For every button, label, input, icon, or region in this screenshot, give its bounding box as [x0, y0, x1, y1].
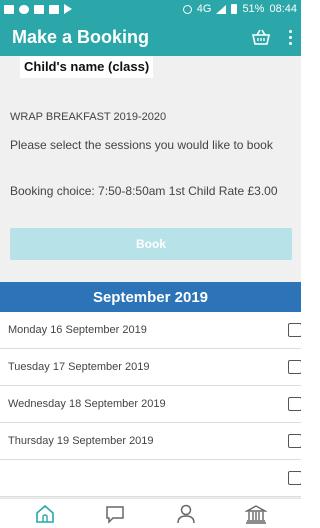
mail-icon — [49, 4, 59, 14]
notification-icon — [4, 4, 14, 14]
club-name: WRAP BREAKFAST 2019-2020 — [10, 111, 167, 123]
session-row-partial[interactable] — [0, 460, 301, 497]
bank-icon[interactable] — [241, 501, 271, 527]
session-checkbox[interactable] — [288, 323, 301, 337]
child-name: Child's name (class) — [20, 56, 154, 78]
page-title: Make a Booking — [12, 26, 150, 47]
more-vert-icon[interactable] — [283, 25, 297, 49]
signal-icon — [216, 4, 227, 14]
session-row[interactable]: Thursday 19 September 2019 — [0, 423, 301, 460]
instruction-text: Please select the sessions you would lik… — [10, 138, 273, 152]
book-button[interactable]: Book — [10, 228, 292, 260]
clock: 08:44 — [269, 3, 297, 15]
profile-icon[interactable] — [171, 501, 201, 527]
battery-icon — [231, 4, 238, 14]
session-date: Monday 16 September 2019 — [8, 324, 147, 336]
session-checkbox[interactable] — [288, 434, 301, 448]
booking-screen: 4G 51% 08:44 Make a Booking Child's name… — [0, 0, 301, 528]
image-notification-icon — [34, 4, 44, 14]
session-row[interactable]: Tuesday 17 September 2019 — [0, 349, 301, 386]
app-bar: Make a Booking — [0, 18, 301, 56]
session-date: Tuesday 17 September 2019 — [8, 361, 150, 373]
session-checkbox[interactable] — [288, 471, 301, 485]
session-row[interactable]: Monday 16 September 2019 — [0, 312, 301, 349]
session-date: Wednesday 18 September 2019 — [8, 398, 166, 410]
session-row[interactable]: Wednesday 18 September 2019 — [0, 386, 301, 423]
network-type: 4G — [196, 3, 212, 15]
session-list: Monday 16 September 2019 Tuesday 17 Sept… — [0, 312, 301, 497]
session-date: Thursday 19 September 2019 — [8, 435, 154, 447]
play-store-icon — [64, 4, 72, 14]
status-bar: 4G 51% 08:44 — [0, 0, 301, 18]
home-icon[interactable] — [30, 501, 60, 527]
chat-icon[interactable] — [100, 501, 130, 527]
session-checkbox[interactable] — [288, 397, 301, 411]
booking-content: Child's name (class) WRAP BREAKFAST 2019… — [0, 56, 301, 498]
bottom-nav — [0, 498, 301, 528]
month-header: September 2019 — [0, 282, 301, 312]
basket-icon[interactable] — [249, 25, 273, 49]
session-checkbox[interactable] — [288, 360, 301, 374]
booking-choice: Booking choice: 7:50-8:50am 1st Child Ra… — [10, 184, 278, 198]
battery-level: 51% — [242, 3, 265, 15]
alarm-icon — [182, 4, 192, 14]
app-notification-icon — [19, 4, 29, 14]
